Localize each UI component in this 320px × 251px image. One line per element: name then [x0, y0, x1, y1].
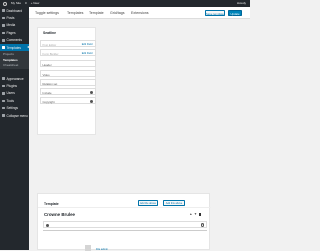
top-navigation: Toggle settings Templates Template Grid/…	[29, 7, 250, 19]
field-row-header[interactable]: Header	[39, 60, 96, 67]
templates-icon	[2, 46, 5, 49]
builder-title: Seatline	[43, 31, 57, 35]
template-name: Crowne Brulee	[44, 212, 75, 217]
settings-icon	[2, 106, 5, 110]
tools-icon	[2, 99, 5, 103]
add-template-button[interactable]: Add the above	[138, 200, 158, 206]
save-template-button[interactable]: Save template	[205, 10, 225, 16]
sidebar-item-dashboard[interactable]: Dashboard	[0, 7, 29, 14]
tab-extensions[interactable]: Extensions	[131, 11, 149, 15]
update-button[interactable]: Update	[228, 10, 242, 16]
admin-bar-new[interactable]: + New	[31, 0, 40, 7]
divider	[43, 230, 207, 231]
add-icon[interactable]: +	[200, 223, 204, 227]
delete-icon[interactable]	[198, 213, 201, 216]
template-panel-header: Template Add the above Add this above	[38, 194, 211, 208]
field-row-video[interactable]: Video	[39, 70, 96, 77]
sidebar-item-settings[interactable]: Settings	[0, 104, 29, 111]
template-field-row[interactable]: +	[43, 221, 207, 228]
tab-toggle-settings[interactable]: Toggle settings	[35, 11, 59, 15]
sidebar-item-media[interactable]: Media	[0, 22, 29, 29]
admin-bar-site-name[interactable]: My Site	[11, 0, 21, 7]
edit-field-link[interactable]: Edit Field	[82, 52, 93, 55]
field-row-form-builder[interactable]: Form Builder Edit Field	[39, 49, 96, 56]
submenu-item-cheatsheet[interactable]: Cheatsheet	[0, 63, 29, 68]
sidebar-item-tools[interactable]: Tools	[0, 97, 29, 104]
admin-sidebar: Dashboard Posts Media Pages Comments Tem…	[0, 7, 29, 250]
field-row-post-editor[interactable]: Post Editor Edit Field	[39, 40, 96, 47]
arrow-down-icon[interactable]: ▼	[194, 212, 197, 216]
template-panel: Template Add the above Add this above Cr…	[37, 193, 211, 251]
template-panel-title: Template	[44, 202, 59, 206]
sidebar-item-templates[interactable]: Templates	[0, 43, 29, 52]
appearance-icon	[2, 77, 5, 80]
template-file-link[interactable]: File admin	[96, 248, 108, 251]
add-element-button[interactable]: Add this above	[163, 200, 185, 206]
sidebar-collapse-menu[interactable]: Collapse menu	[0, 112, 29, 119]
plugins-icon	[2, 84, 5, 88]
field-row-copyright[interactable]: Copyright	[39, 97, 96, 104]
tab-grid-tags[interactable]: Grid/tags	[110, 11, 125, 15]
sidebar-item-plugins[interactable]: Plugins	[0, 82, 29, 89]
sidebar-item-appearance[interactable]: Appearance	[0, 75, 29, 82]
posts-icon	[2, 16, 5, 20]
sidebar-item-comments[interactable]: Comments	[0, 37, 29, 44]
pages-icon	[2, 31, 5, 35]
template-tools: ▲ ▼	[189, 212, 201, 216]
tab-template[interactable]: Template	[89, 11, 104, 15]
gear-icon[interactable]	[89, 90, 93, 94]
users-icon	[2, 92, 5, 95]
sidebar-item-users[interactable]: Users	[0, 90, 29, 97]
sidebar-submenu: Projects Templates Cheatsheet	[0, 51, 29, 69]
collapse-icon	[2, 114, 5, 117]
image-placeholder	[85, 245, 91, 251]
sidebar-item-pages[interactable]: Pages	[0, 29, 29, 36]
sidebar-item-posts[interactable]: Posts	[0, 14, 29, 21]
admin-bar: My Site 0 + New Howdy	[0, 0, 250, 7]
admin-bar-account[interactable]: Howdy	[237, 0, 246, 7]
media-icon	[2, 24, 5, 27]
field-row-include[interactable]: Include	[39, 88, 96, 95]
gear-icon[interactable]	[46, 223, 49, 227]
dashboard-icon	[2, 9, 5, 12]
field-builder-panel: Seatline Post Editor Edit Field Form Bui…	[37, 27, 96, 135]
gear-icon[interactable]	[89, 99, 93, 103]
tab-templates[interactable]: Templates	[67, 11, 83, 15]
arrow-up-icon[interactable]: ▲	[189, 212, 192, 216]
field-row-relation-set[interactable]: Relation set	[39, 79, 96, 86]
wordpress-logo-icon[interactable]	[3, 1, 7, 6]
admin-bar-comments[interactable]: 0	[25, 0, 27, 7]
comments-icon	[2, 39, 5, 42]
edit-field-link[interactable]: Edit Field	[82, 43, 93, 46]
